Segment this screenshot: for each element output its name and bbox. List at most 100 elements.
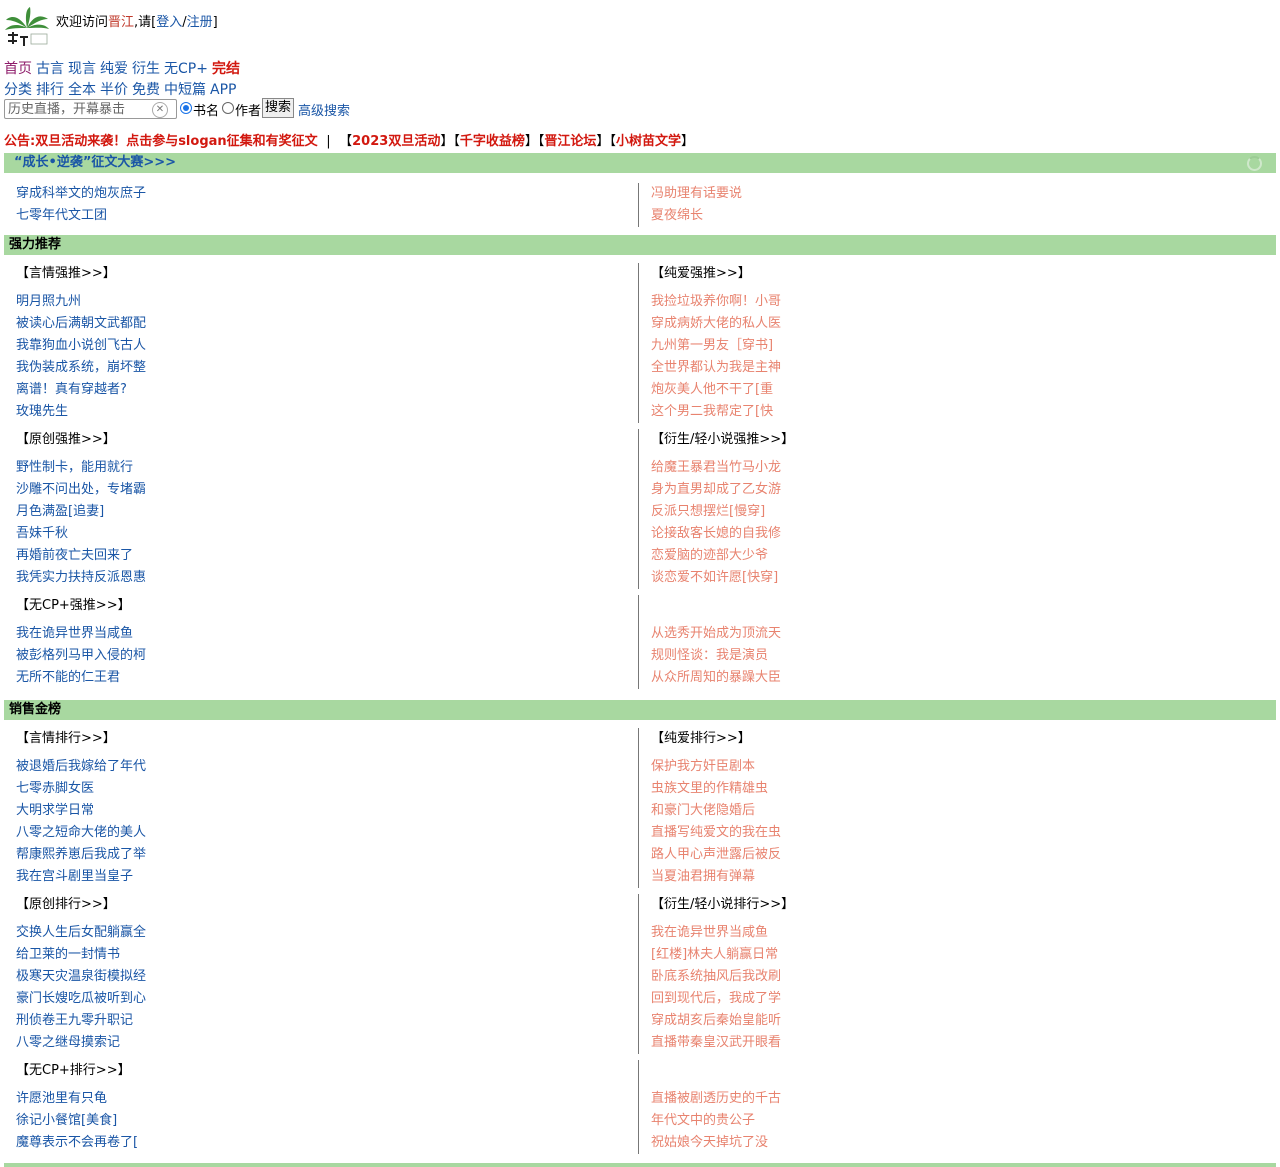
recommend-cat-left-2[interactable]: 【无CP+强推>>】 [16, 595, 131, 617]
sales-g1-right-3[interactable]: 回到现代后，我成了学 [651, 988, 781, 1010]
sales-g0-right-2[interactable]: 和豪门大佬隐婚后 [651, 800, 755, 822]
nav-link-4[interactable]: 衍生 [132, 61, 160, 77]
sales-g1-left-0[interactable]: 交换人生后女配躺赢全 [16, 922, 146, 944]
recommend-g0-right-3[interactable]: 全世界都认为我是主神 [651, 357, 781, 379]
recommend-g0-left-1[interactable]: 被读心后满朝文武都配 [16, 313, 146, 335]
sales-g1-left-1[interactable]: 给卫莱的一封情书 [16, 944, 120, 966]
clear-icon[interactable]: ✕ [152, 102, 168, 118]
contest-right-1[interactable]: 夏夜绵长 [651, 205, 703, 227]
sales-g2-right-2[interactable]: 祝姑娘今天掉坑了没 [651, 1132, 768, 1154]
sales-g1-right-0[interactable]: 我在诡异世界当咸鱼 [651, 922, 768, 944]
login-link[interactable]: 登入 [156, 15, 182, 30]
contest-band-title[interactable]: “成长•逆袭”征文大赛>>> [14, 155, 176, 170]
recommend-g2-right-2[interactable]: 从众所周知的暴躁大臣 [651, 667, 781, 689]
recommend-g0-right-2[interactable]: 九州第一男友［穿书] [651, 335, 773, 357]
subnav-link-5[interactable]: 中短篇 [164, 82, 206, 98]
recommend-g0-left-0[interactable]: 明月照九州 [16, 291, 81, 313]
recommend-g1-left-0[interactable]: 野性制卡，能用就行 [16, 457, 133, 479]
contest-left-1[interactable]: 七零年代文工团 [16, 205, 107, 227]
sales-g0-left-0[interactable]: 被退婚后我嫁给了年代 [16, 756, 146, 778]
recommend-g1-right-5[interactable]: 谈恋爱不如许愿[快穿] [651, 567, 778, 589]
nav-link-2[interactable]: 现言 [68, 61, 96, 77]
nav-link-5[interactable]: 无CP+ [164, 61, 208, 77]
recommend-g1-right-1[interactable]: 身为直男却成了乙女游 [651, 479, 781, 501]
sales-cat-left-1[interactable]: 【原创排行>>】 [16, 894, 116, 916]
nav-link-3[interactable]: 纯爱 [100, 61, 128, 77]
subnav-link-2[interactable]: 全本 [68, 82, 96, 98]
recommend-cat-left-1[interactable]: 【原创强推>>】 [16, 429, 116, 451]
contest-left-0[interactable]: 穿成科举文的炮灰庶子 [16, 183, 146, 205]
sales-cat-right-1[interactable]: 【衍生/轻小说排行>>】 [651, 894, 794, 916]
subnav-link-6[interactable]: APP [210, 82, 236, 98]
announcement-link[interactable]: 公告:双旦活动来袭！点击参与slogan征集和有奖征文 [4, 134, 318, 149]
recommend-g1-left-5[interactable]: 我凭实力扶持反派恩惠 [16, 567, 146, 589]
sales-g0-right-3[interactable]: 直播写纯爱文的我在虫 [651, 822, 781, 844]
site-name-link[interactable]: 晋江 [108, 15, 134, 30]
sales-g1-left-5[interactable]: 八零之继母摸索记 [16, 1032, 120, 1054]
sales-g0-left-4[interactable]: 帮康熙养崽后我成了举 [16, 844, 146, 866]
recommend-g1-left-1[interactable]: 沙雕不问出处，专堵霸 [16, 479, 146, 501]
sales-g0-right-1[interactable]: 虫族文里的作精雄虫 [651, 778, 768, 800]
recommend-g0-left-4[interactable]: 离谱！真有穿越者? [16, 379, 127, 401]
recommend-cat-right-1[interactable]: 【衍生/轻小说强推>>】 [651, 429, 794, 451]
event-link-1[interactable]: 千字收益榜 [460, 134, 525, 149]
sales-g0-left-1[interactable]: 七零赤脚女医 [16, 778, 94, 800]
sales-cat-right-0[interactable]: 【纯爱排行>>】 [651, 728, 751, 750]
search-button[interactable]: 搜索 [262, 98, 295, 118]
recommend-g2-left-0[interactable]: 我在诡异世界当咸鱼 [16, 623, 133, 645]
sales-g2-left-2[interactable]: 魔尊表示不会再卷了[ [16, 1132, 138, 1154]
nav-link-6[interactable]: 完结 [212, 61, 240, 77]
recommend-g1-right-3[interactable]: 论接敌客长媳的自我修 [651, 523, 781, 545]
jinjiang-logo[interactable] [4, 6, 50, 52]
recommend-g2-left-1[interactable]: 被彭格列马甲入侵的柯 [16, 645, 146, 667]
sales-cat-left-0[interactable]: 【言情排行>>】 [16, 728, 116, 750]
sales-g1-right-1[interactable]: [红楼]林夫人躺赢日常 [651, 944, 778, 966]
recommend-g1-right-2[interactable]: 反派只想摆烂[慢穿] [651, 501, 765, 523]
event-link-2[interactable]: 晋江论坛 [544, 134, 596, 149]
recommend-g1-left-2[interactable]: 月色满盈[追妻] [16, 501, 104, 523]
subnav-link-0[interactable]: 分类 [4, 82, 32, 98]
recommend-g0-right-4[interactable]: 炮灰美人他不干了[重 [651, 379, 773, 401]
sales-g2-right-0[interactable]: 直播被剧透历史的千古 [651, 1088, 781, 1110]
subnav-link-4[interactable]: 免费 [132, 82, 160, 98]
sales-g0-left-5[interactable]: 我在宫斗剧里当皇子 [16, 866, 133, 888]
recommend-g0-right-1[interactable]: 穿成病娇大佬的私人医 [651, 313, 781, 335]
recommend-g1-right-4[interactable]: 恋爱脑的迹部大少爷 [651, 545, 768, 567]
advanced-search-link[interactable]: 高级搜索 [298, 100, 350, 119]
recommend-g1-right-0[interactable]: 给魔王暴君当竹马小龙 [651, 457, 781, 479]
nav-link-0[interactable]: 首页 [4, 61, 32, 77]
sales-g2-right-1[interactable]: 年代文中的贵公子 [651, 1110, 755, 1132]
sales-g0-right-4[interactable]: 路人甲心声泄露后被反 [651, 844, 781, 866]
event-link-3[interactable]: 小树苗文学 [616, 134, 681, 149]
recommend-cat-right-0[interactable]: 【纯爱强推>>】 [651, 263, 751, 285]
sales-g1-right-2[interactable]: 卧底系统抽风后我改刷 [651, 966, 781, 988]
recommend-g0-left-2[interactable]: 我靠狗血小说创飞古人 [16, 335, 146, 357]
nav-link-1[interactable]: 古言 [36, 61, 64, 77]
sales-g0-left-2[interactable]: 大明求学日常 [16, 800, 94, 822]
recommend-g0-left-5[interactable]: 玫瑰先生 [16, 401, 68, 423]
recommend-g2-right-1[interactable]: 规则怪谈：我是演员 [651, 645, 768, 667]
subnav-link-3[interactable]: 半价 [100, 82, 128, 98]
sales-g1-left-4[interactable]: 刑侦卷王九零升职记 [16, 1010, 133, 1032]
sales-g0-right-0[interactable]: 保护我方奸臣剧本 [651, 756, 755, 778]
recommend-g0-left-3[interactable]: 我伪装成系统，崩坏整 [16, 357, 146, 379]
recommend-g1-left-3[interactable]: 吾妹千秋 [16, 523, 68, 545]
recommend-g2-left-2[interactable]: 无所不能的仁王君 [16, 667, 120, 689]
sales-g1-right-5[interactable]: 直播带秦皇汉武开眼看 [651, 1032, 781, 1054]
radio-title[interactable] [180, 102, 192, 114]
subnav-link-1[interactable]: 排行 [36, 82, 64, 98]
sales-cat-left-2[interactable]: 【无CP+排行>>】 [16, 1060, 131, 1082]
sales-g1-right-4[interactable]: 穿成胡亥后秦始皇能听 [651, 1010, 781, 1032]
recommend-cat-left-0[interactable]: 【言情强推>>】 [16, 263, 116, 285]
sales-g2-left-0[interactable]: 许愿池里有只龟 [16, 1088, 107, 1110]
register-link[interactable]: 注册 [187, 15, 213, 30]
radio-author[interactable] [222, 102, 234, 114]
sales-g2-left-1[interactable]: 徐记小餐馆[美食] [16, 1110, 117, 1132]
sales-g0-right-5[interactable]: 当夏油君拥有弹幕 [651, 866, 755, 888]
event-link-0[interactable]: 2023双旦活动 [352, 134, 440, 149]
recommend-g0-right-0[interactable]: 我捡垃圾养你啊！小哥 [651, 291, 781, 313]
recommend-g0-right-5[interactable]: 这个男二我帮定了[快 [651, 401, 773, 423]
sales-g1-left-2[interactable]: 极寒天灾温泉街模拟经 [16, 966, 146, 988]
sales-g1-left-3[interactable]: 豪门长嫂吃瓜被听到心 [16, 988, 146, 1010]
recommend-g2-right-0[interactable]: 从选秀开始成为顶流天 [651, 623, 781, 645]
